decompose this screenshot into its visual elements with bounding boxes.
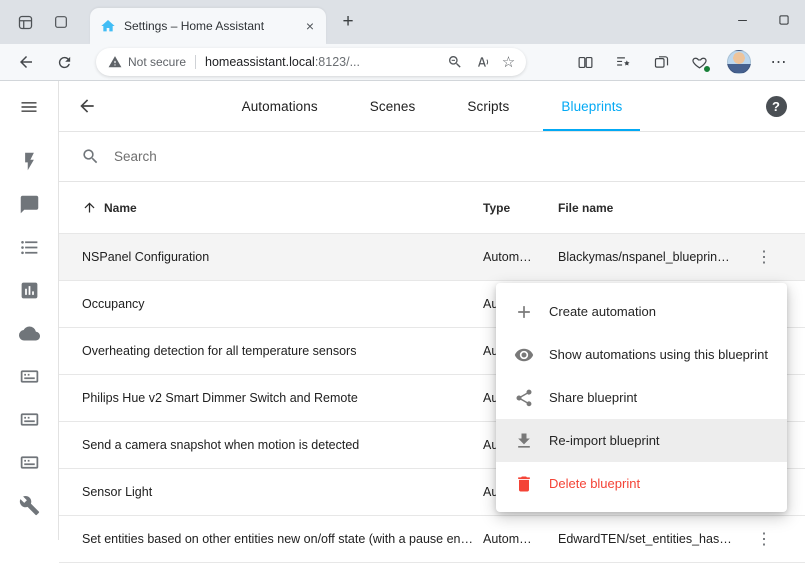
ha-header: Automations Scenes Scripts Blueprints ? (59, 81, 805, 132)
refresh-icon[interactable] (48, 47, 80, 77)
menu-share-blueprint[interactable]: Share blueprint (496, 376, 787, 419)
search-placeholder: Search (114, 149, 157, 164)
browser-window: Settings – Home Assistant × + Not secure (0, 0, 805, 81)
sort-ascending-icon[interactable] (82, 200, 97, 215)
window-controls (721, 0, 805, 40)
row-name: NSPanel Configuration (82, 250, 483, 264)
sidebar-nav (0, 140, 59, 527)
table-row[interactable]: NSPanel Configuration Autom… Blackymas/n… (59, 234, 805, 281)
menu-item-label: Re-import blueprint (549, 433, 660, 448)
read-aloud-icon[interactable] (468, 49, 495, 75)
sidebar-nas-2-icon[interactable] (0, 398, 59, 441)
menu-item-label: Share blueprint (549, 390, 637, 405)
ha-sidebar (0, 81, 59, 540)
search-input[interactable]: Search (59, 132, 805, 182)
search-icon (81, 147, 100, 166)
browser-toolbar: Not secure homeassistant.local :8123/...… (0, 44, 805, 81)
url-path: :8123/... (315, 55, 441, 69)
row-name: Overheating detection for all temperatur… (82, 344, 483, 358)
browser-tab[interactable]: Settings – Home Assistant × (90, 8, 326, 44)
back-icon[interactable] (10, 47, 42, 77)
menu-item-label: Create automation (549, 304, 656, 319)
tab-scenes[interactable]: Scenes (344, 81, 442, 131)
sidebar-menu-icon[interactable] (0, 81, 59, 132)
menu-show-automations[interactable]: Show automations using this blueprint (496, 333, 787, 376)
column-header-name[interactable]: Name (104, 201, 137, 215)
share-icon (513, 387, 534, 408)
menu-item-label: Delete blueprint (549, 476, 640, 491)
tab-close-icon[interactable]: × (300, 16, 320, 36)
row-name: Occupancy (82, 297, 483, 311)
security-label[interactable]: Not secure (128, 55, 186, 69)
tab-scripts[interactable]: Scripts (441, 81, 535, 131)
not-secure-icon (108, 55, 122, 69)
row-name: Sensor Light (82, 485, 483, 499)
favorite-star-icon[interactable]: ☆ (495, 49, 522, 75)
plus-icon (513, 301, 534, 322)
sidebar-developer-tools-icon[interactable] (0, 484, 59, 527)
ha-tabs: Automations Scenes Scripts Blueprints (107, 81, 757, 131)
minimize-icon[interactable] (721, 0, 763, 40)
sidebar-energy-icon[interactable] (0, 140, 59, 183)
ha-back-icon[interactable] (67, 86, 107, 126)
help-question-mark: ? (766, 96, 787, 117)
new-tab-icon[interactable]: + (334, 8, 362, 36)
profile-avatar[interactable] (727, 50, 751, 74)
sidebar-history-icon[interactable] (0, 269, 59, 312)
tab-title: Settings – Home Assistant (124, 19, 300, 33)
menu-create-automation[interactable]: Create automation (496, 290, 787, 333)
url-divider (195, 55, 196, 69)
sidebar-logbook-icon[interactable] (0, 183, 59, 226)
table-header-row: Name Type File name (59, 182, 805, 234)
browser-titlebar: Settings – Home Assistant × + (0, 0, 805, 44)
row-name: Set entities based on other entities new… (82, 532, 483, 546)
home-assistant-favicon (100, 18, 116, 34)
row-type: Autom… (483, 250, 558, 264)
row-name: Send a camera snapshot when motion is de… (82, 438, 483, 452)
split-screen-icon[interactable] (569, 47, 601, 77)
column-header-type[interactable]: Type (483, 201, 558, 215)
menu-delete-blueprint[interactable]: Delete blueprint (496, 462, 787, 505)
workspaces-icon[interactable] (10, 7, 40, 37)
row-overflow-icon[interactable]: ⋮ (747, 240, 781, 274)
browser-essentials-icon[interactable] (683, 47, 715, 77)
menu-reimport-blueprint[interactable]: Re-import blueprint (496, 419, 787, 462)
trash-icon (513, 473, 534, 494)
tab-blueprints[interactable]: Blueprints (535, 81, 648, 131)
zoom-out-icon[interactable] (441, 49, 468, 75)
column-header-file[interactable]: File name (558, 201, 743, 215)
eye-icon (513, 344, 534, 365)
tab-automations[interactable]: Automations (216, 81, 344, 131)
sidebar-cloud-icon[interactable] (0, 312, 59, 355)
tab-actions-icon[interactable] (46, 7, 76, 37)
row-type: Autom… (483, 532, 558, 546)
blueprint-context-menu: Create automation Show automations using… (496, 283, 787, 512)
help-icon[interactable]: ? (757, 87, 795, 125)
row-file: EdwardTEN/set_entities_has… (558, 532, 743, 546)
essentials-status-dot (703, 65, 711, 73)
collections-icon[interactable] (645, 47, 677, 77)
menu-item-label: Show automations using this blueprint (549, 347, 768, 362)
maximize-icon[interactable] (763, 0, 805, 40)
address-bar[interactable]: Not secure homeassistant.local :8123/...… (96, 48, 526, 76)
download-icon (513, 430, 534, 451)
row-overflow-icon[interactable]: ⋮ (747, 522, 781, 556)
row-file: Blackymas/nspanel_blueprin… (558, 250, 743, 264)
sidebar-nas-3-icon[interactable] (0, 441, 59, 484)
sidebar-todo-list-icon[interactable] (0, 226, 59, 269)
url-host: homeassistant.local (205, 55, 315, 69)
settings-more-icon[interactable]: ⋯ (763, 47, 795, 77)
favorites-icon[interactable] (607, 47, 639, 77)
sidebar-nas-1-icon[interactable] (0, 355, 59, 398)
row-name: Philips Hue v2 Smart Dimmer Switch and R… (82, 391, 483, 405)
